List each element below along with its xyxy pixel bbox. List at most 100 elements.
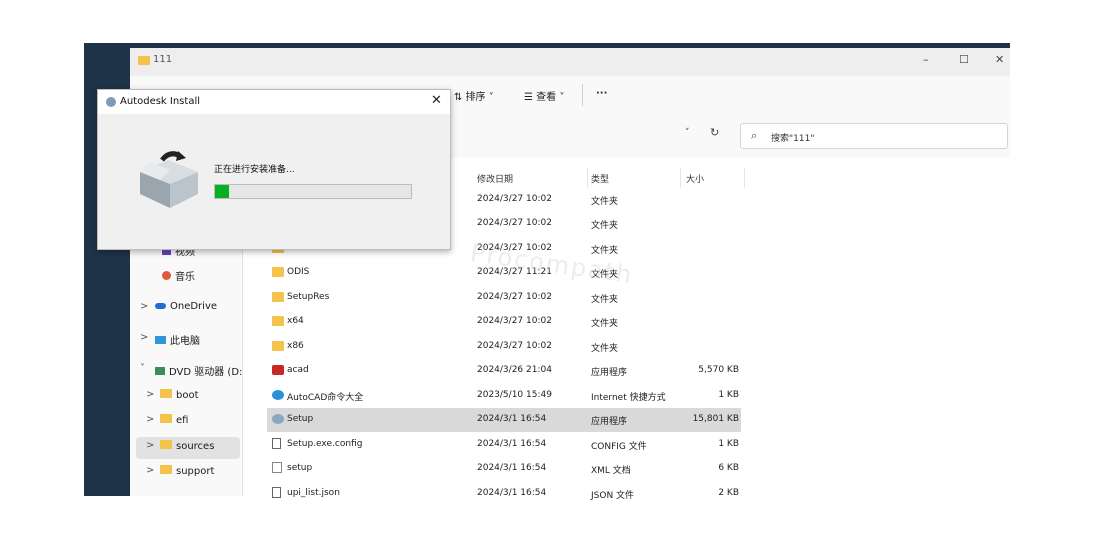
search-placeholder: 搜索"111" — [771, 134, 815, 144]
address-history-chevron-icon[interactable]: ˅ — [685, 128, 690, 138]
dvd-drive-icon — [155, 367, 165, 375]
name-cell: acad — [287, 365, 309, 375]
table-row-selected[interactable]: Setup 2024/3/1 16:54 应用程序 15,801 KB — [267, 408, 741, 432]
column-divider[interactable] — [680, 168, 681, 188]
name-cell: ODIS — [287, 267, 310, 277]
autodesk-install-dialog: Autodesk Install ✕ 正在进行安装准备... — [97, 89, 451, 250]
search-input[interactable]: ⌕ 搜索"111" — [740, 123, 1008, 149]
dialog-title: Autodesk Install — [120, 96, 200, 107]
sidebar-item-boot[interactable]: boot — [160, 389, 199, 401]
table-row[interactable]: upi_list.json 2024/3/1 16:54 JSON 文件 2 K… — [267, 482, 741, 506]
sort-button[interactable]: ⇅ 排序 ˅ — [454, 88, 494, 103]
folder-icon — [160, 465, 172, 474]
install-progress-bar — [214, 184, 412, 199]
name-cell: Setup.exe.config — [287, 439, 363, 449]
type-cell: CONFIG 文件 — [591, 442, 647, 452]
window-title: 111 — [153, 54, 173, 65]
close-button[interactable]: ✕ — [995, 53, 1004, 66]
table-row[interactable]: SetupRes 2024/3/27 10:02 文件夹 — [267, 286, 741, 310]
column-header-type[interactable]: 类型 — [591, 172, 609, 185]
table-row[interactable]: AutoCAD命令大全 2023/5/10 15:49 Internet 快捷方… — [267, 384, 741, 408]
modified-cell: 2024/3/27 10:02 — [477, 292, 552, 302]
document-icon — [272, 438, 281, 449]
modified-cell: 2024/3/1 16:54 — [477, 439, 547, 449]
sidebar-item-music[interactable]: 音乐 — [162, 268, 195, 283]
xml-document-icon — [272, 462, 282, 473]
type-cell: XML 文档 — [591, 466, 631, 476]
table-row[interactable]: x64 2024/3/27 10:02 文件夹 — [267, 310, 741, 334]
table-row[interactable]: Setup.exe.config 2024/3/1 16:54 CONFIG 文… — [267, 433, 741, 457]
sidebar-item-dvd-drive[interactable]: DVD 驱动器 (D: — [155, 363, 242, 378]
folder-icon — [160, 440, 172, 449]
type-cell: 应用程序 — [591, 417, 628, 427]
size-cell: 15,801 KB — [692, 414, 739, 424]
sidebar-item-support[interactable]: support — [160, 465, 214, 477]
progress-fill — [215, 185, 229, 198]
modified-cell: 2024/3/1 16:54 — [477, 463, 547, 473]
expand-chevron-icon[interactable]: > — [140, 301, 148, 312]
maximize-button[interactable]: ☐ — [959, 53, 969, 66]
autocad-app-icon — [272, 365, 284, 375]
type-cell: 文件夹 — [591, 295, 619, 305]
modified-cell: 2024/3/27 10:02 — [477, 218, 552, 228]
collapse-chevron-icon[interactable]: ˅ — [140, 363, 145, 374]
setup-app-icon — [272, 414, 284, 424]
modified-cell: 2023/5/10 15:49 — [477, 390, 552, 400]
type-cell: 应用程序 — [591, 368, 628, 378]
expand-chevron-icon[interactable]: > — [146, 465, 154, 476]
expand-chevron-icon[interactable]: > — [146, 389, 154, 400]
column-divider[interactable] — [587, 168, 588, 188]
sidebar-item-efi[interactable]: efi — [160, 414, 188, 426]
sidebar-item-this-pc[interactable]: 此电脑 — [155, 332, 200, 347]
internet-shortcut-icon — [272, 390, 284, 400]
modified-cell: 2024/3/1 16:54 — [477, 414, 547, 424]
name-cell: Setup — [287, 414, 314, 424]
type-cell: 文件夹 — [591, 319, 619, 329]
open-box-icon — [140, 151, 198, 208]
install-status-text: 正在进行安装准备... — [214, 165, 295, 175]
column-header-size[interactable]: 大小 — [686, 172, 704, 185]
dialog-title-bar: Autodesk Install ✕ — [98, 90, 450, 114]
modified-cell: 2024/3/1 16:54 — [477, 488, 547, 498]
name-cell: setup — [287, 463, 313, 473]
modified-cell: 2024/3/27 10:02 — [477, 316, 552, 326]
size-cell: 1 KB — [718, 390, 739, 400]
name-cell: x86 — [287, 341, 304, 351]
dialog-close-button[interactable]: ✕ — [431, 93, 442, 108]
music-icon — [162, 271, 171, 280]
folder-icon — [138, 56, 150, 65]
type-cell: 文件夹 — [591, 197, 619, 207]
sidebar-item-sources[interactable]: sources — [160, 440, 214, 452]
table-row[interactable]: acad 2024/3/26 21:04 应用程序 5,570 KB — [267, 359, 741, 383]
view-button[interactable]: ☰ 查看 ˅ — [524, 88, 564, 103]
column-header-modified[interactable]: 修改日期 — [477, 172, 513, 185]
folder-icon — [272, 267, 284, 277]
name-cell: upi_list.json — [287, 488, 340, 498]
title-bar: 111 – ☐ ✕ — [130, 48, 1010, 76]
type-cell: 文件夹 — [591, 344, 619, 354]
size-cell: 5,570 KB — [698, 365, 739, 375]
refresh-icon[interactable]: ↻ — [710, 126, 719, 139]
expand-chevron-icon[interactable]: > — [140, 332, 148, 343]
toolbar-divider — [582, 84, 583, 106]
type-cell: Internet 快捷方式 — [591, 393, 666, 403]
size-cell: 2 KB — [718, 488, 739, 498]
search-icon: ⌕ — [751, 129, 758, 142]
name-cell: AutoCAD命令大全 — [287, 393, 364, 403]
column-divider[interactable] — [744, 168, 745, 188]
type-cell: 文件夹 — [591, 246, 619, 256]
modified-cell: 2024/3/26 21:04 — [477, 365, 552, 375]
expand-chevron-icon[interactable]: > — [146, 414, 154, 425]
minimize-button[interactable]: – — [923, 53, 929, 66]
table-row[interactable]: x86 2024/3/27 10:02 文件夹 — [267, 335, 741, 359]
computer-icon — [155, 336, 166, 344]
expand-chevron-icon[interactable]: > — [146, 440, 154, 451]
size-cell: 1 KB — [718, 439, 739, 449]
type-cell: 文件夹 — [591, 221, 619, 231]
modified-cell: 2024/3/27 10:02 — [477, 341, 552, 351]
table-row[interactable]: setup 2024/3/1 16:54 XML 文档 6 KB — [267, 457, 741, 481]
more-options-button[interactable]: ··· — [596, 88, 607, 99]
size-cell: 6 KB — [718, 463, 739, 473]
name-cell: SetupRes — [287, 292, 330, 302]
sidebar-item-onedrive[interactable]: OneDrive — [155, 301, 217, 312]
